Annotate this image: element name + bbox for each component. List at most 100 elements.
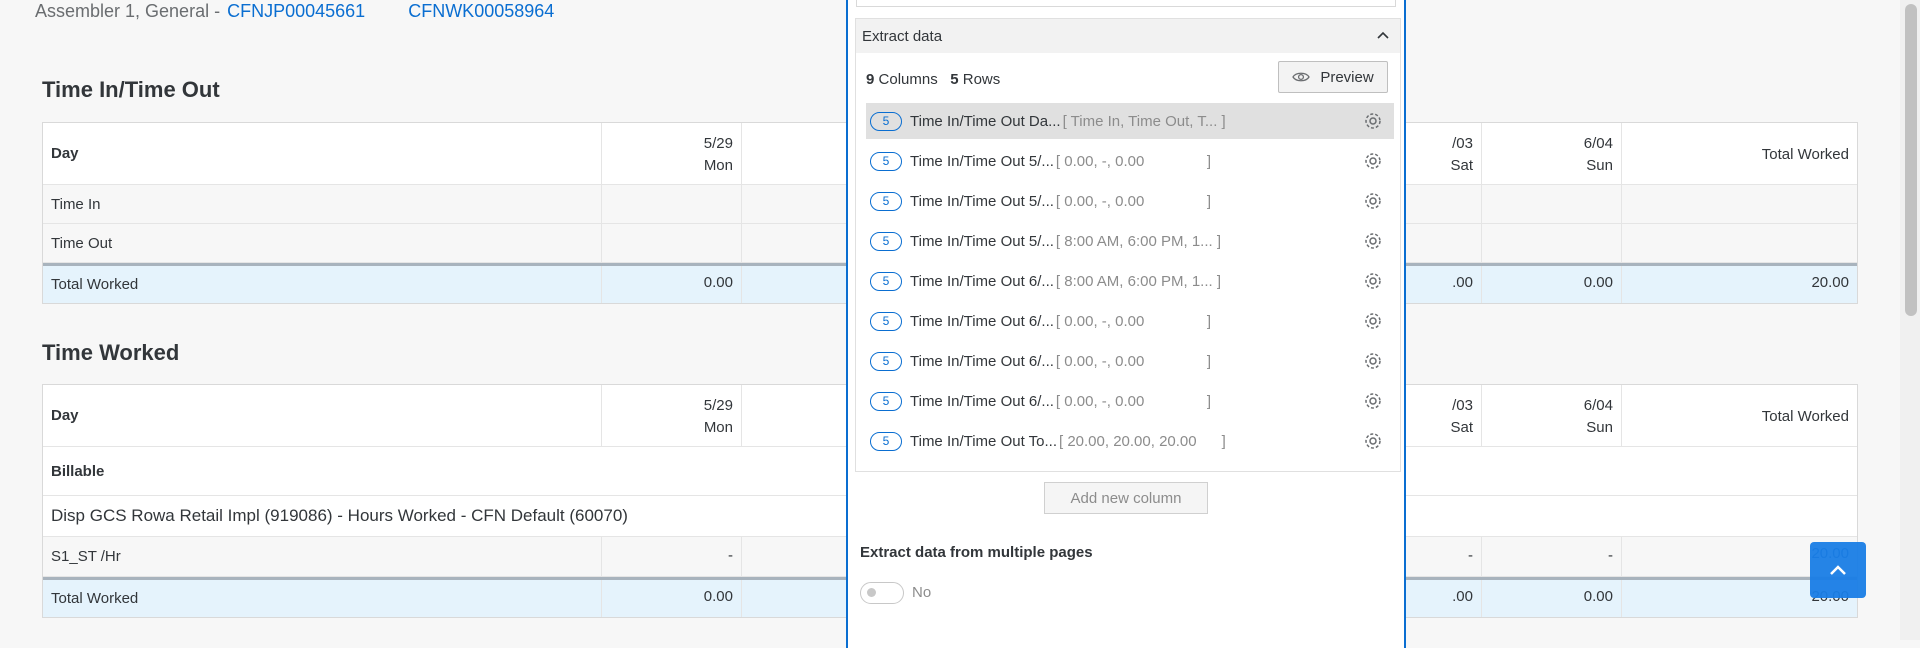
- total-cell: 20.00: [1621, 266, 1857, 303]
- columns-count: 9: [866, 71, 875, 88]
- time-worked-title: Time Worked: [42, 340, 180, 365]
- scrollbar-thumb[interactable]: [1905, 4, 1917, 316]
- table-cell: [1621, 224, 1857, 262]
- gear-icon[interactable]: [1362, 350, 1384, 372]
- total-worked-header: Total Worked: [1621, 123, 1857, 184]
- col-header-mon: 5/29 Mon: [601, 385, 741, 446]
- gear-icon[interactable]: [1362, 230, 1384, 252]
- table-cell: -: [1481, 537, 1621, 576]
- panel-top-strip: [856, 0, 1396, 7]
- add-new-column-button[interactable]: Add new column: [1044, 482, 1208, 514]
- col-date: 5/29: [703, 397, 733, 414]
- column-preview: [ 0.00, -, 0.00 ]: [1055, 192, 1211, 210]
- column-preview: [ 0.00, -, 0.00 ]: [1055, 312, 1211, 330]
- column-item[interactable]: 5 Time In/Time Out Da... [ Time In, Time…: [866, 103, 1394, 139]
- row-label: Time Out: [51, 234, 113, 252]
- row-count-badge: 5: [870, 111, 902, 131]
- col-date: 6/04: [1583, 397, 1613, 414]
- gear-icon[interactable]: [1362, 310, 1384, 332]
- record-header: Assembler 1, General - CFNJP00045661 CFN…: [35, 0, 554, 26]
- column-item[interactable]: 5 Time In/Time Out 6/... [ 0.00, -, 0.00…: [866, 343, 1394, 379]
- multi-pages-label: Extract data from multiple pages: [860, 544, 1093, 561]
- gear-icon[interactable]: [1362, 390, 1384, 412]
- column-name: Time In/Time Out 6/...: [910, 352, 1054, 370]
- preview-button[interactable]: Preview: [1278, 61, 1388, 93]
- column-preview: [ 0.00, -, 0.00 ]: [1055, 152, 1211, 170]
- row-count-badge: 5: [870, 151, 902, 171]
- column-item[interactable]: 5 Time In/Time Out 5/... [ 8:00 AM, 6:00…: [866, 223, 1394, 259]
- col-date: /03: [1452, 397, 1473, 414]
- column-item[interactable]: 5 Time In/Time Out To... [ 20.00, 20.00,…: [866, 423, 1394, 459]
- total-worked-header: Total Worked: [1621, 385, 1857, 446]
- row-count-badge: 5: [870, 231, 902, 251]
- extract-data-group: Extract data 9 Columns 5 Rows Preview 5 …: [855, 18, 1401, 472]
- gear-icon[interactable]: [1362, 110, 1384, 132]
- column-name: Time In/Time Out Da...: [910, 112, 1061, 130]
- col-date: 6/04: [1583, 135, 1613, 152]
- column-item[interactable]: 5 Time In/Time Out 6/... [ 0.00, -, 0.00…: [866, 303, 1394, 339]
- col-day: Mon: [703, 419, 733, 436]
- total-cell: 0.00: [1481, 266, 1621, 303]
- column-row-counts: 9 Columns 5 Rows: [866, 71, 1000, 88]
- col-header-mon: 5/29 Mon: [601, 123, 741, 184]
- column-item[interactable]: 5 Time In/Time Out 5/... [ 0.00, -, 0.00…: [866, 183, 1394, 219]
- extract-data-header[interactable]: Extract data: [856, 19, 1400, 53]
- total-cell: 0.00: [601, 266, 741, 303]
- col-day: Sun: [1586, 419, 1613, 436]
- extract-data-panel: Extract data 9 Columns 5 Rows Preview 5 …: [846, 0, 1406, 648]
- row-count-badge: 5: [870, 311, 902, 331]
- table-cell: [1481, 185, 1621, 223]
- chevron-up-icon: [1830, 565, 1846, 575]
- column-preview: [ 20.00, 20.00, 20.00 ]: [1058, 432, 1226, 450]
- record-header-prefix: Assembler 1, General -: [35, 1, 221, 21]
- scroll-to-top-button[interactable]: [1810, 542, 1866, 598]
- table-cell: -: [601, 537, 741, 576]
- gear-icon[interactable]: [1362, 190, 1384, 212]
- toggle-knob: [867, 588, 876, 597]
- day-header: Day: [51, 407, 79, 424]
- column-name: Time In/Time Out 6/...: [910, 392, 1054, 410]
- column-name: Time In/Time Out To...: [910, 432, 1057, 450]
- col-day: Sat: [1450, 157, 1473, 174]
- column-name: Time In/Time Out 5/...: [910, 152, 1054, 170]
- total-cell: 0.00: [601, 580, 741, 617]
- col-day: Sat: [1450, 419, 1473, 436]
- extract-data-title: Extract data: [862, 27, 943, 45]
- row-label: Time In: [51, 195, 101, 213]
- record-link-2[interactable]: CFNWK00058964: [408, 1, 554, 21]
- rows-count: 5: [950, 71, 959, 88]
- column-name: Time In/Time Out 5/...: [910, 192, 1054, 210]
- row-count-badge: 5: [870, 431, 902, 451]
- column-preview: [ 0.00, -, 0.00 ]: [1055, 392, 1211, 410]
- row-label: S1_ST /Hr: [51, 548, 121, 565]
- chevron-up-icon[interactable]: [1374, 27, 1392, 45]
- column-item[interactable]: 5 Time In/Time Out 5/... [ 0.00, -, 0.00…: [866, 143, 1394, 179]
- row-count-badge: 5: [870, 391, 902, 411]
- col-header-sun: 6/04 Sun: [1481, 123, 1621, 184]
- column-preview: [ 0.00, -, 0.00 ]: [1055, 352, 1211, 370]
- table-cell: [1481, 224, 1621, 262]
- column-name: Time In/Time Out 5/...: [910, 232, 1054, 250]
- gear-icon[interactable]: [1362, 430, 1384, 452]
- record-link-1[interactable]: CFNJP00045661: [227, 1, 365, 21]
- gear-icon[interactable]: [1362, 150, 1384, 172]
- multi-pages-toggle[interactable]: [860, 582, 904, 604]
- column-item[interactable]: 5 Time In/Time Out 6/... [ 0.00, -, 0.00…: [866, 383, 1394, 419]
- rows-word: Rows: [962, 71, 1001, 88]
- row-label: Total Worked: [51, 276, 139, 293]
- total-cell: 0.00: [1481, 580, 1621, 617]
- table-cell: [601, 224, 741, 262]
- col-header-sun: 6/04 Sun: [1481, 385, 1621, 446]
- column-preview: [ 8:00 AM, 6:00 PM, 1... ]: [1055, 272, 1222, 290]
- gear-icon[interactable]: [1362, 270, 1384, 292]
- page-scrollbar[interactable]: [1900, 0, 1920, 640]
- row-count-badge: 5: [870, 191, 902, 211]
- day-header: Day: [51, 145, 79, 162]
- row-count-badge: 5: [870, 351, 902, 371]
- col-day: Sun: [1586, 157, 1613, 174]
- column-name: Time In/Time Out 6/...: [910, 312, 1054, 330]
- column-item[interactable]: 5 Time In/Time Out 6/... [ 8:00 AM, 6:00…: [866, 263, 1394, 299]
- row-count-badge: 5: [870, 271, 902, 291]
- column-name: Time In/Time Out 6/...: [910, 272, 1054, 290]
- preview-label: Preview: [1320, 68, 1374, 86]
